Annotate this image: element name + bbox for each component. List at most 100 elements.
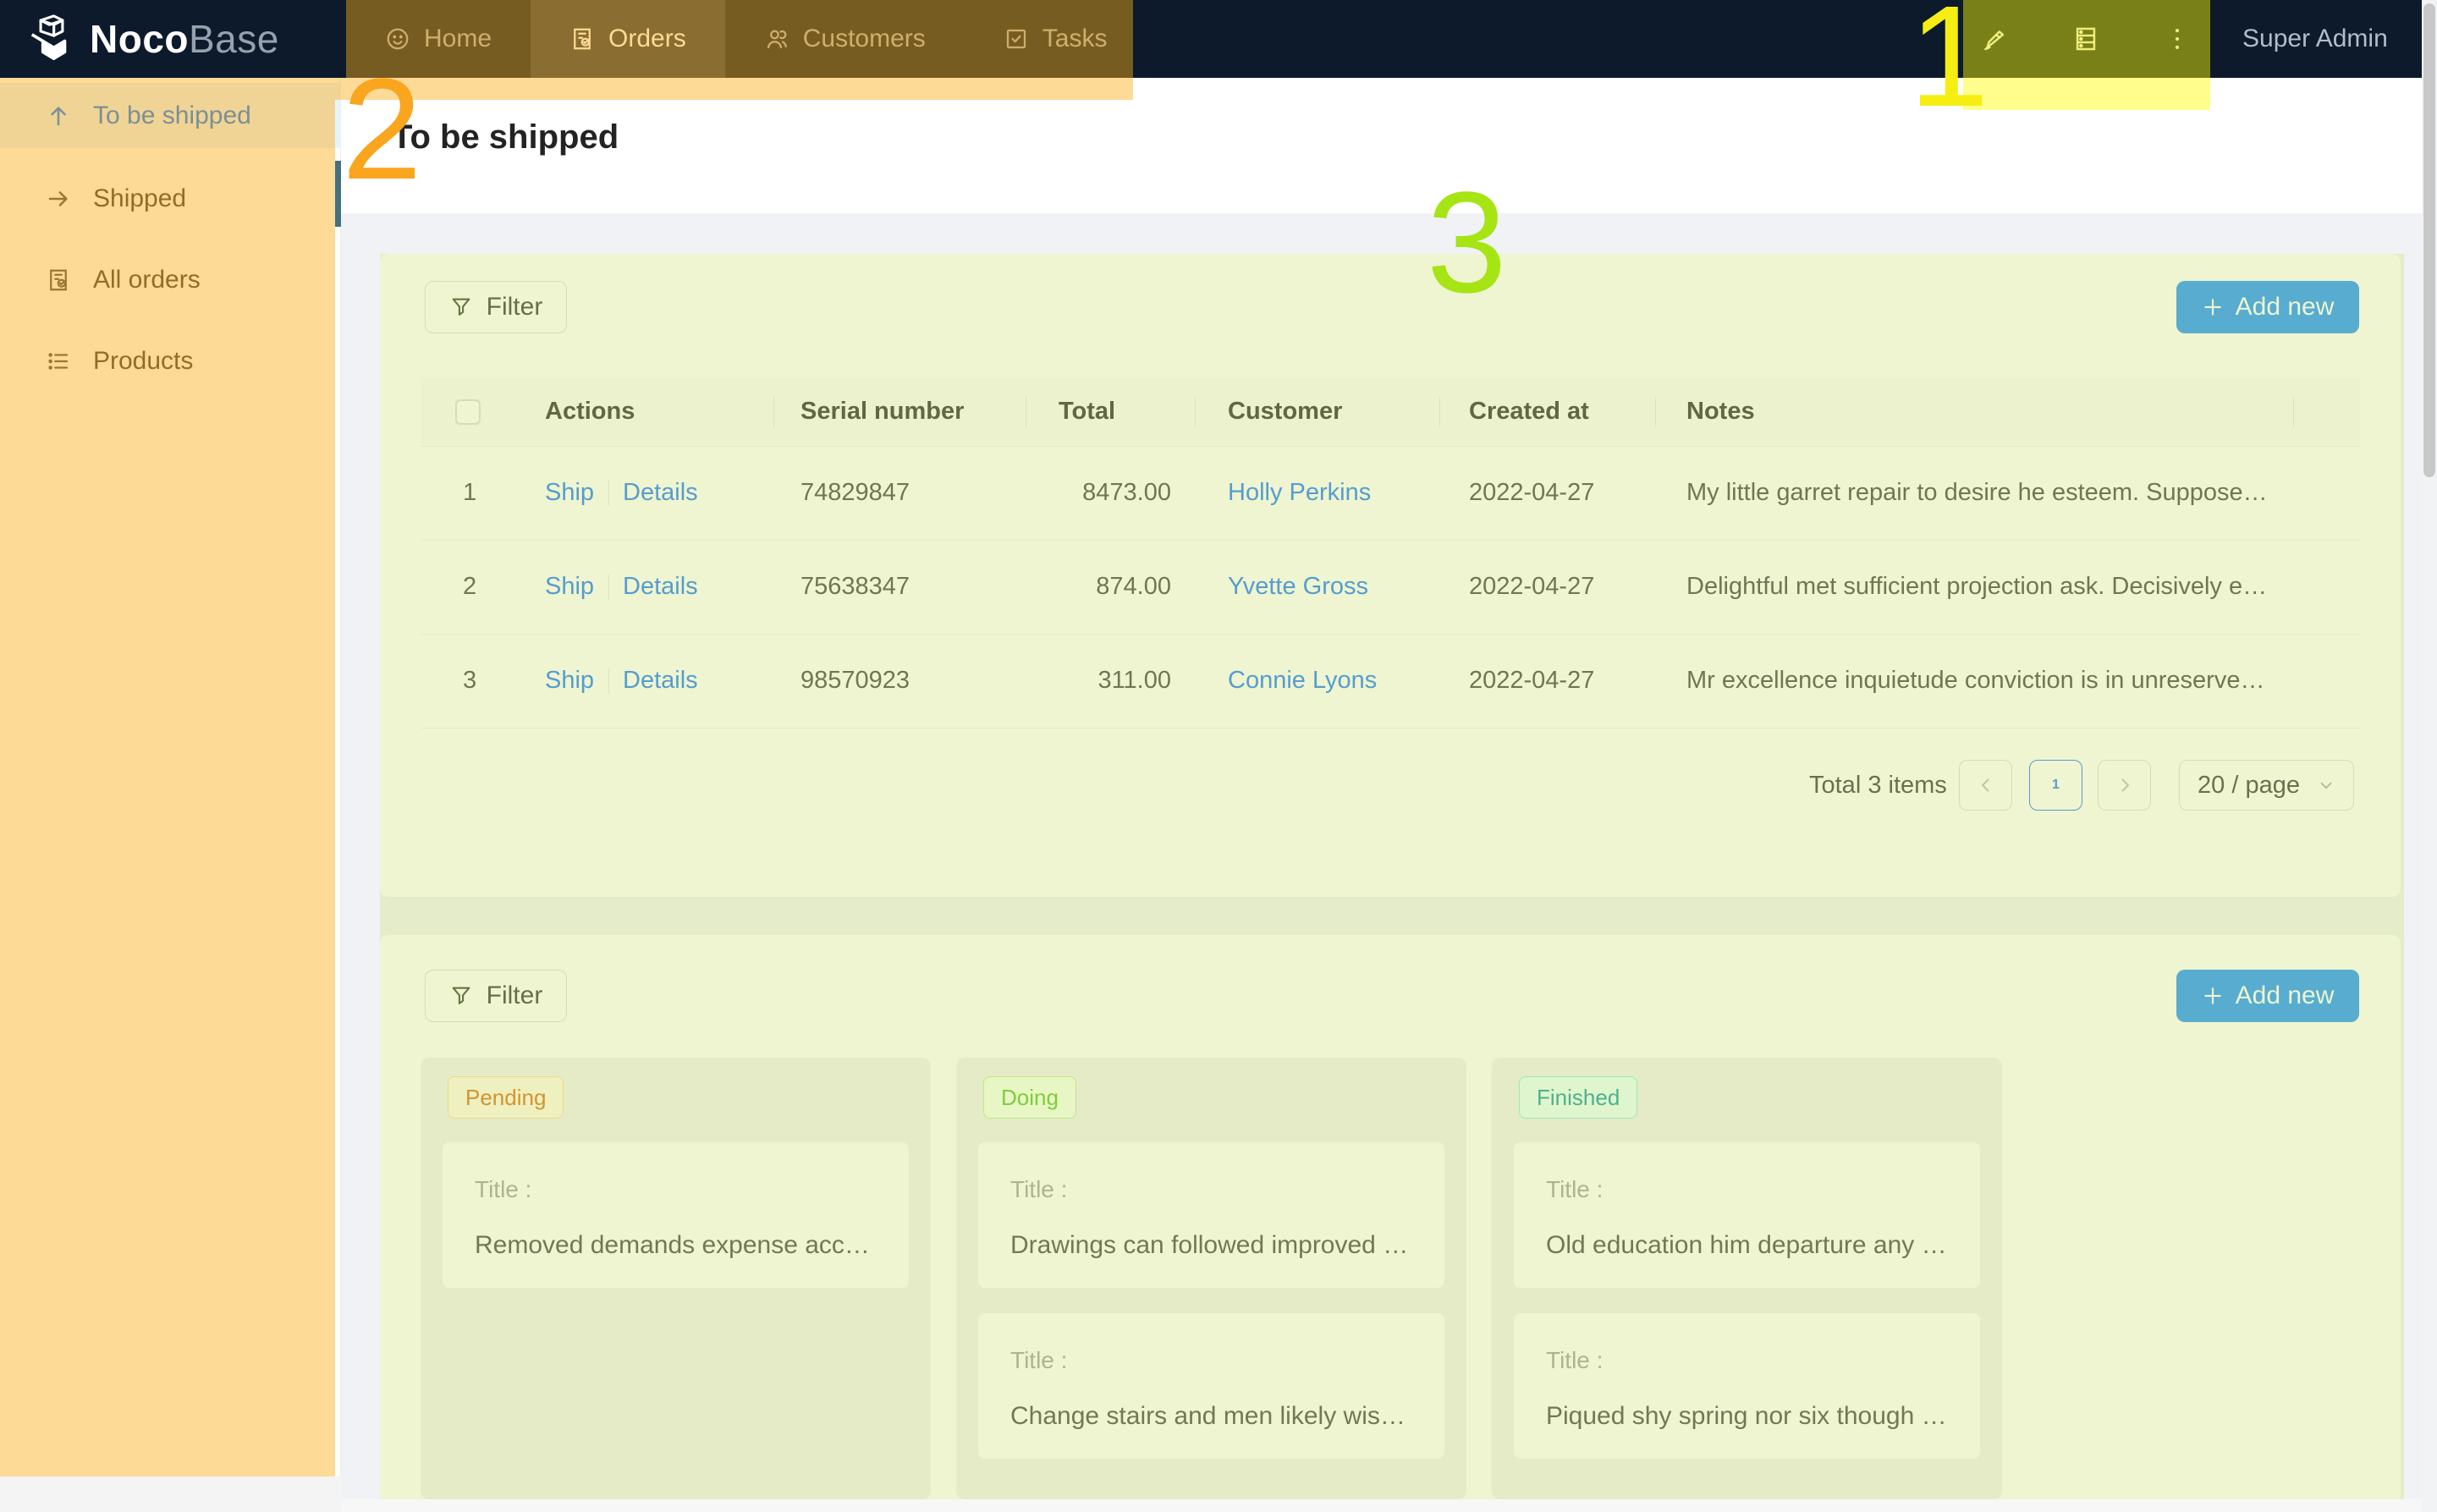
cell-notes: Mr excellence inquietude conviction is i…	[1686, 667, 2270, 695]
select-all-checkbox[interactable]	[455, 399, 481, 425]
cell-notes: My little garret repair to desire he est…	[1686, 479, 2270, 507]
pagination-next-button[interactable]	[2098, 760, 2151, 811]
people-icon	[764, 26, 789, 52]
tab-label: Home	[424, 25, 492, 53]
status-badge: Doing	[983, 1076, 1076, 1119]
add-new-button-label: Add new	[2236, 981, 2335, 1010]
pagination-page-1[interactable]: 1	[2029, 760, 2082, 811]
pagination-prev-button[interactable]	[1959, 760, 2012, 811]
column-header-customer[interactable]: Customer	[1228, 398, 1342, 426]
kanban-card[interactable]: Title : Drawings can followed improved o…	[978, 1142, 1444, 1288]
page-title: To be shipped	[392, 118, 619, 157]
pagination-total: Total 3 items	[1809, 772, 1947, 800]
sidebar-item-shipped[interactable]: Shipped	[0, 166, 341, 231]
status-badge: Pending	[448, 1076, 564, 1119]
add-new-button[interactable]: Add new	[2176, 970, 2359, 1022]
server-icon[interactable]	[2071, 25, 2100, 53]
cell-created-at: 2022-04-27	[1469, 667, 1594, 695]
card-title: Removed demands expense account i...	[475, 1231, 881, 1260]
sidebar-item-to-be-shipped[interactable]: To be shipped	[0, 83, 341, 148]
customer-link[interactable]: Yvette Gross	[1228, 573, 1368, 601]
ship-link[interactable]: Ship	[545, 479, 594, 507]
filter-button[interactable]: Filter	[425, 970, 567, 1022]
card-field-label: Title :	[475, 1176, 531, 1203]
cell-created-at: 2022-04-27	[1469, 573, 1594, 601]
top-nav: NocoBase Home Orders	[0, 0, 2422, 78]
kanban-column-pending: Pending Title : Removed demands expense …	[421, 1058, 931, 1499]
nocobase-logo[interactable]: NocoBase	[25, 0, 279, 78]
filter-funnel-icon	[449, 295, 473, 319]
sidebar-item-all-orders[interactable]: All orders	[0, 247, 341, 312]
ship-link[interactable]: Ship	[545, 667, 594, 695]
sidebar-item-label: Products	[93, 347, 193, 376]
tab-customers[interactable]: Customers	[725, 0, 965, 78]
plus-icon	[2202, 296, 2224, 318]
column-header-actions[interactable]: Actions	[545, 398, 635, 426]
card-field-label: Title :	[1010, 1176, 1067, 1203]
nav-action-icons	[1980, 0, 2192, 78]
cell-total: 874.00	[1036, 573, 1171, 601]
cell-notes: Delightful met sufficient projection ask…	[1686, 573, 2270, 601]
filter-funnel-icon	[449, 984, 473, 1008]
page-size-value: 20 / page	[2198, 772, 2300, 800]
add-new-button[interactable]: Add new	[2176, 281, 2359, 333]
sidebar-item-label: Shipped	[93, 184, 186, 213]
smiley-icon	[385, 26, 410, 52]
customer-link[interactable]: Holly Perkins	[1228, 479, 1371, 507]
user-name: Super Admin	[2242, 25, 2388, 53]
row-index: 2	[463, 573, 476, 601]
card-field-label: Title :	[1546, 1347, 1603, 1374]
card-field-label: Title :	[1010, 1347, 1067, 1374]
table-row[interactable]: 3 Ship Details 98570923 311.00 Connie Ly…	[421, 635, 2360, 729]
cell-serial: 75638347	[800, 573, 910, 601]
card-title: Old education him departure any arra...	[1546, 1231, 1952, 1260]
window-scrollbar-thumb[interactable]	[2423, 3, 2435, 477]
tab-home[interactable]: Home	[346, 0, 531, 78]
app-window: NocoBase Home Orders	[0, 0, 2437, 1512]
highlighter-icon[interactable]	[1980, 25, 2009, 53]
tab-label: Customers	[803, 25, 926, 53]
status-badge: Finished	[1519, 1076, 1637, 1119]
user-menu[interactable]: Super Admin	[2242, 0, 2388, 78]
column-header-serial[interactable]: Serial number	[800, 398, 964, 426]
check-square-icon	[1004, 26, 1029, 52]
plus-icon	[2202, 985, 2224, 1007]
arrow-up-icon	[44, 103, 73, 129]
details-link[interactable]: Details	[623, 667, 698, 695]
document-check-icon	[569, 26, 595, 52]
tab-tasks[interactable]: Tasks	[965, 0, 1147, 78]
cell-serial: 74829847	[800, 479, 910, 507]
filter-button[interactable]: Filter	[425, 281, 567, 333]
row-index: 3	[463, 667, 476, 695]
customer-link[interactable]: Connie Lyons	[1228, 667, 1377, 695]
cell-created-at: 2022-04-27	[1469, 479, 1594, 507]
tab-label: Tasks	[1042, 25, 1108, 53]
kanban-card[interactable]: Title : Old education him departure any …	[1514, 1142, 1980, 1288]
arrow-right-icon	[44, 186, 73, 212]
cell-total: 8473.00	[1036, 479, 1171, 507]
tab-orders[interactable]: Orders	[531, 0, 725, 78]
nav-tabs: Home Orders Customers	[346, 0, 1146, 78]
kanban-card[interactable]: Title : Removed demands expense account …	[443, 1142, 909, 1288]
details-link[interactable]: Details	[623, 573, 698, 601]
column-header-total[interactable]: Total	[1059, 398, 1115, 426]
table-row[interactable]: 1 Ship Details 74829847 8473.00 Holly Pe…	[421, 447, 2360, 541]
details-link[interactable]: Details	[623, 479, 698, 507]
card-title: Piqued shy spring nor six though mut...	[1546, 1402, 1952, 1431]
kanban-card[interactable]: Title : Piqued shy spring nor six though…	[1514, 1313, 1980, 1459]
sidebar-item-products[interactable]: Products	[0, 328, 341, 393]
ship-link[interactable]: Ship	[545, 573, 594, 601]
row-index: 1	[463, 479, 476, 507]
sidebar: To be shipped Shipped All orders Product…	[0, 78, 341, 1476]
nocobase-logo-icon	[25, 13, 78, 65]
sidebar-item-label: To be shipped	[93, 102, 251, 130]
column-header-notes[interactable]: Notes	[1686, 398, 1755, 426]
column-header-created[interactable]: Created at	[1469, 398, 1589, 426]
table-row[interactable]: 2 Ship Details 75638347 874.00 Yvette Gr…	[421, 541, 2360, 635]
chevron-left-icon	[1976, 775, 1996, 795]
card-title: Change stairs and men likely wisdom ...	[1010, 1402, 1417, 1431]
kanban-card[interactable]: Title : Change stairs and men likely wis…	[978, 1313, 1444, 1459]
kanban-column-finished: Finished Title : Old education him depar…	[1492, 1058, 2002, 1499]
page-size-select[interactable]: 20 / page	[2179, 760, 2354, 811]
more-vertical-icon[interactable]	[2163, 25, 2192, 53]
